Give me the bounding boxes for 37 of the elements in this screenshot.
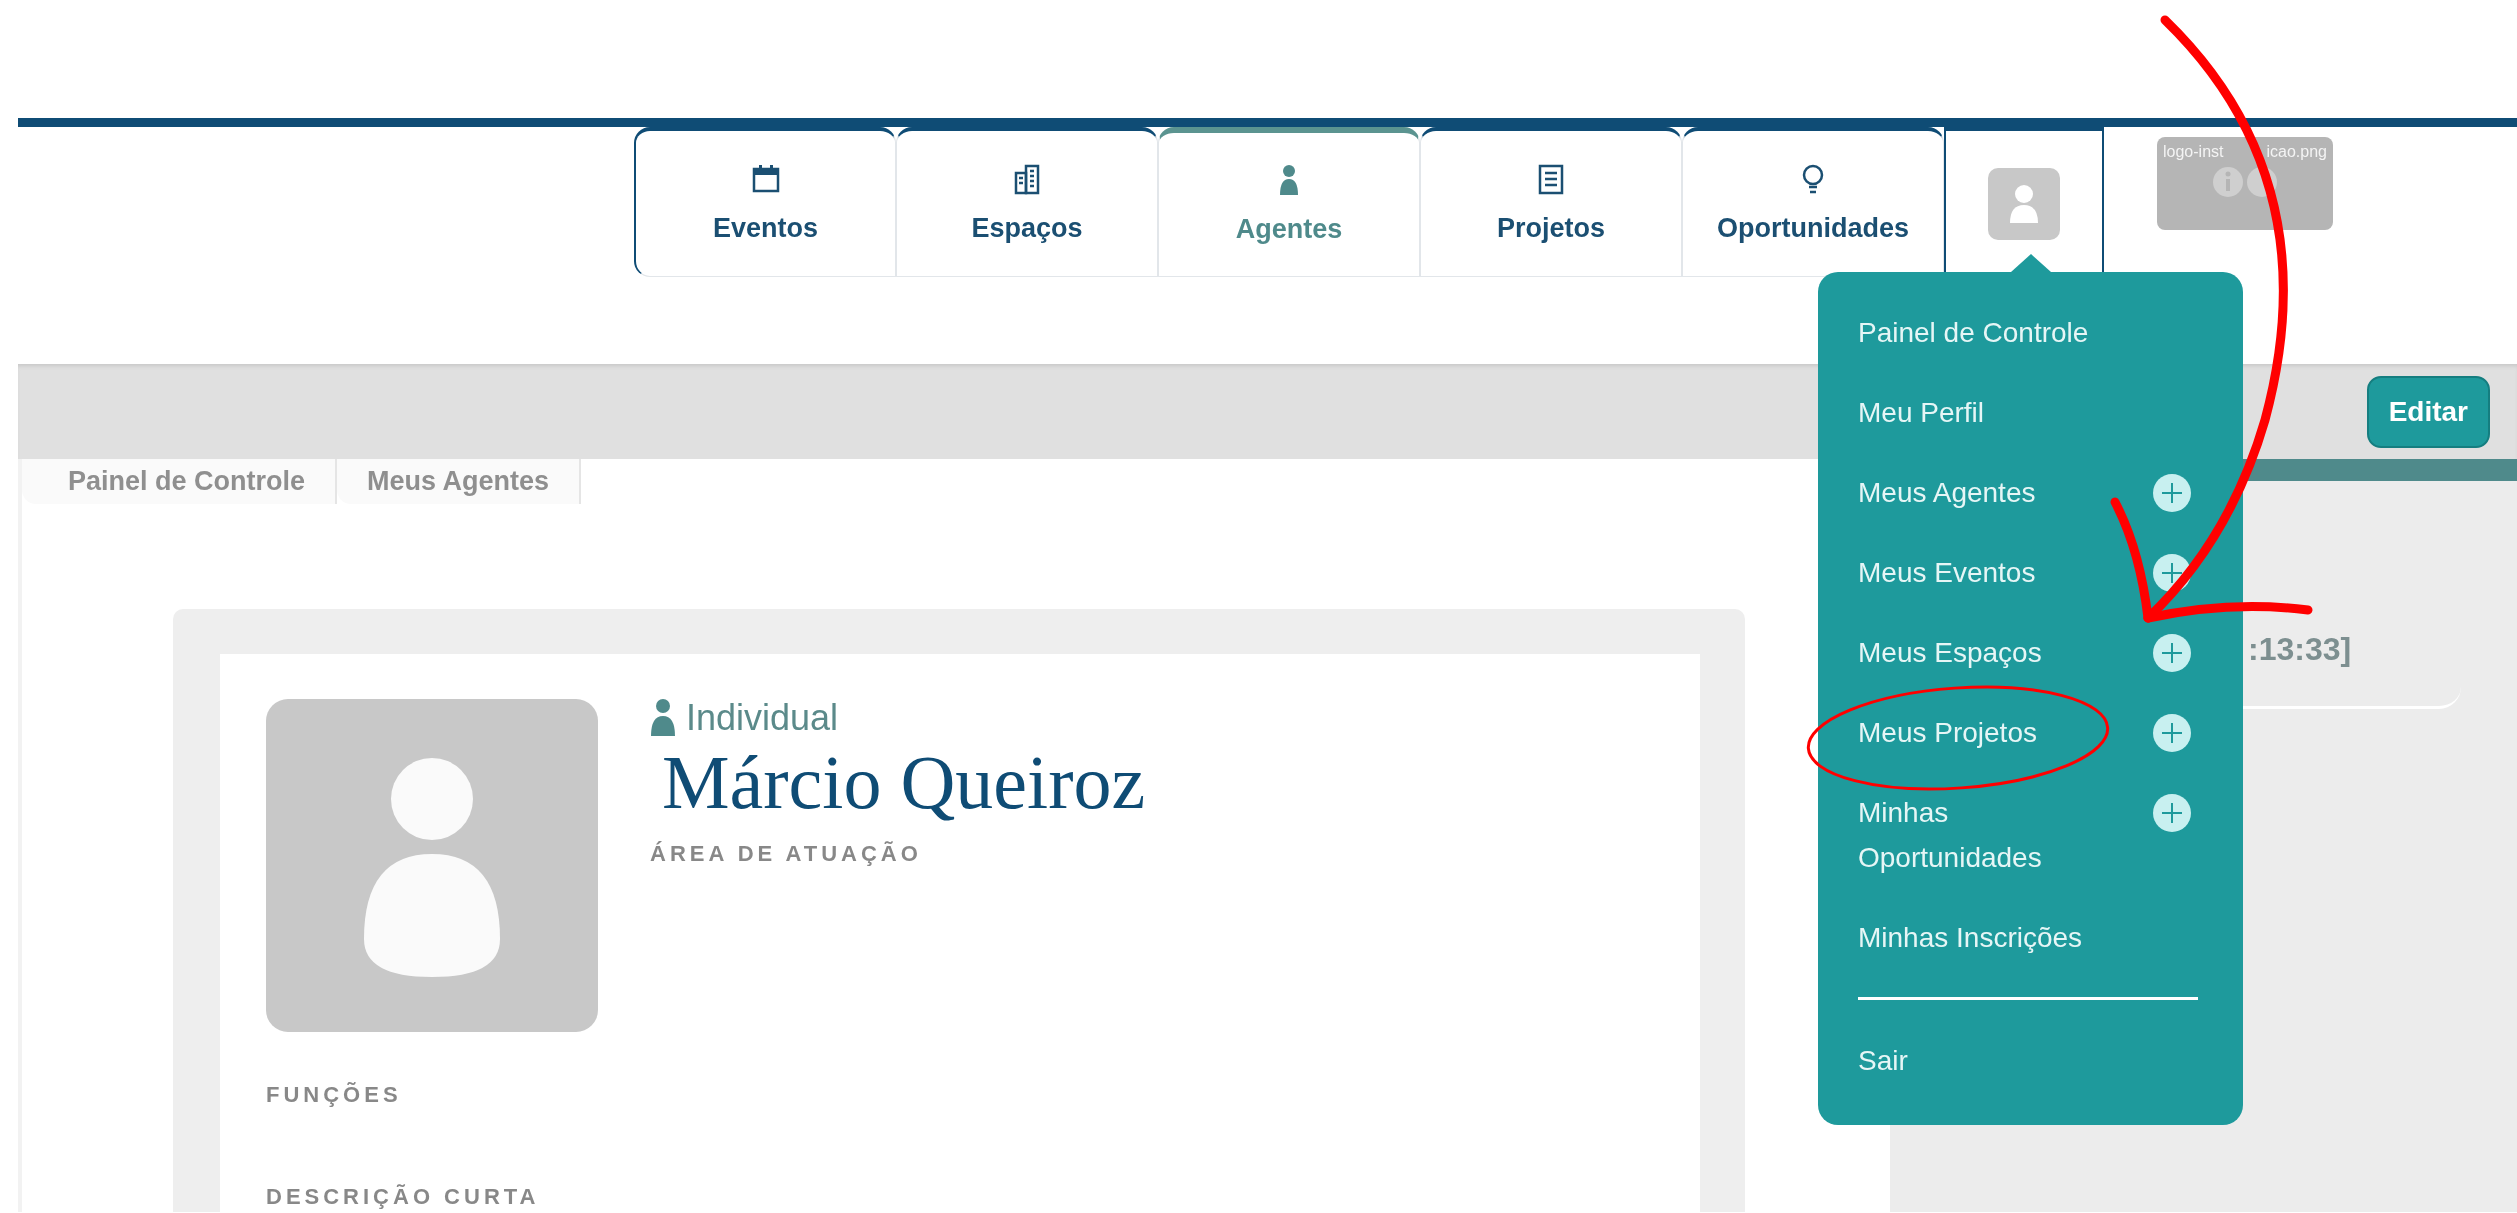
person-icon [650, 699, 676, 737]
add-icon[interactable] [2153, 474, 2191, 512]
info-icon [2210, 165, 2280, 199]
section-label: DESCRIÇÃO CURTA [266, 1184, 541, 1210]
menu-item[interactable]: Meus Agentes [1858, 470, 2108, 515]
document-icon [1536, 163, 1566, 195]
menu-item[interactable]: Meu Perfil [1858, 390, 2108, 435]
nav-tab[interactable]: Espaços [896, 127, 1158, 277]
menu-item[interactable]: Minhas Inscrições [1858, 915, 2108, 960]
menu-item[interactable]: Painel de Controle [1858, 310, 2108, 355]
menu-item[interactable]: Minhas Oportunidades [1858, 790, 2108, 880]
add-icon[interactable] [2153, 714, 2191, 752]
menu-item[interactable]: Meus Espaços [1858, 630, 2108, 675]
user-avatar-button[interactable] [1988, 168, 2060, 240]
logout-link[interactable]: Sair [1858, 1045, 1908, 1076]
building-icon [1012, 163, 1042, 195]
menu-item[interactable]: Meus Projetos [1858, 710, 2108, 755]
section-label: ÁREA DE ATUAÇÃO [650, 840, 923, 867]
nav-tab[interactable]: Oportunidades [1682, 127, 1944, 277]
nav-tab[interactable]: Projetos [1420, 127, 1682, 277]
menu-item[interactable]: Meus Eventos [1858, 550, 2108, 595]
add-icon[interactable] [2153, 554, 2191, 592]
breadcrumb-link[interactable]: Meus Agentes [337, 459, 582, 504]
edit-button[interactable]: Editar [2366, 375, 2490, 448]
logo-filename: logo-inst [2163, 143, 2224, 161]
nav-tab[interactable]: Eventos [634, 127, 896, 277]
person-icon [2007, 183, 2041, 225]
logo-filename: icao.png [2266, 143, 2327, 161]
nav-tab[interactable]: Agentes [1158, 127, 1420, 277]
agent-name: Márcio Queiroz [662, 743, 1146, 823]
calendar-icon [750, 163, 781, 195]
section-label: FUNÇÕES [266, 1082, 403, 1108]
timestamp-text: :13:33] [2248, 631, 2352, 667]
breadcrumb-link[interactable]: Painel de Controle [22, 459, 338, 504]
agent-type: Individual [686, 697, 839, 739]
add-icon[interactable] [2153, 794, 2191, 832]
add-icon[interactable] [2153, 634, 2191, 672]
